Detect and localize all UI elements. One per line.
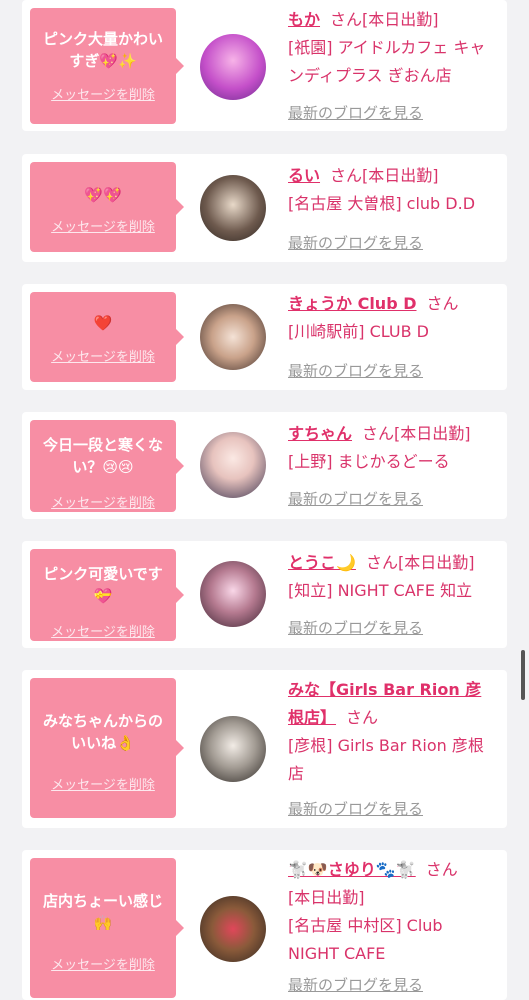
cast-info: すちゃん さん[本日出勤] [上野] まじかるどーる bbox=[288, 420, 497, 476]
message-text: 今日一段と寒くない？😢😢 bbox=[42, 436, 163, 476]
cast-name-link[interactable]: きょうか Club D bbox=[288, 294, 417, 313]
message-text: 💖💖 bbox=[84, 186, 122, 204]
message-text: 店内ちょーい感じ🙌 bbox=[42, 892, 163, 932]
message-card: ピンク大量かわいすぎ💖✨ メッセージを削除 もか さん[本日出勤] [祇園] アイ… bbox=[22, 0, 507, 131]
cast-info: るい さん[本日出勤] [名古屋 大曽根] club D.D bbox=[288, 162, 497, 218]
cast-name-link[interactable]: もか bbox=[288, 10, 320, 29]
message-bubble: 店内ちょーい感じ🙌 メッセージを削除 bbox=[30, 858, 184, 998]
message-bubble: ピンク可愛いです💝 メッセージを削除 bbox=[30, 549, 184, 641]
cast-name-link[interactable]: るい bbox=[288, 166, 320, 185]
cast-name-link[interactable]: 🐩🐶さゆり🐾🐩 bbox=[288, 860, 416, 879]
delete-message-link[interactable]: メッセージを削除 bbox=[30, 774, 176, 793]
shop-name: [知立] NIGHT CAFE 知立 bbox=[288, 581, 473, 600]
latest-blog-link[interactable]: 最新のブログを見る bbox=[288, 798, 423, 819]
avatar[interactable] bbox=[200, 34, 266, 100]
message-bubble: ピンク大量かわいすぎ💖✨ メッセージを削除 bbox=[30, 8, 184, 124]
shop-name: [名古屋 中村区] Club NIGHT CAFE bbox=[288, 916, 443, 963]
latest-blog-link[interactable]: 最新のブログを見る bbox=[288, 232, 423, 253]
message-bubble: 今日一段と寒くない？😢😢 メッセージを削除 bbox=[30, 420, 184, 512]
honorific: さん bbox=[365, 553, 398, 572]
cast-info: もか さん[本日出勤] [祇園] アイドルカフェ キャンディプラス ぎおん店 bbox=[288, 6, 497, 90]
work-status: [本日出勤] bbox=[362, 166, 439, 185]
work-status: [本日出勤] bbox=[397, 553, 475, 572]
cast-info: みな【Girls Bar Rion 彦根店】 さん [彦根] Girls Bar … bbox=[288, 676, 497, 788]
latest-blog-link[interactable]: 最新のブログを見る bbox=[288, 102, 423, 123]
cast-name-link[interactable]: みな【Girls Bar Rion 彦根店】 bbox=[288, 680, 481, 727]
honorific: さん bbox=[425, 860, 458, 879]
delete-message-link[interactable]: メッセージを削除 bbox=[30, 216, 176, 235]
honorific: さん bbox=[346, 708, 379, 727]
avatar[interactable] bbox=[200, 716, 266, 782]
shop-name: [祇園] アイドルカフェ キャンディプラス ぎおん店 bbox=[288, 38, 486, 85]
work-status: [本日出勤] bbox=[394, 424, 471, 443]
shop-name: [彦根] Girls Bar Rion 彦根店 bbox=[288, 736, 484, 783]
message-bubble: 💖💖 メッセージを削除 bbox=[30, 162, 184, 252]
message-text: ピンク大量かわいすぎ💖✨ bbox=[42, 30, 163, 70]
cast-name-link[interactable]: とうこ🌙 bbox=[288, 553, 356, 572]
message-card: ピンク可愛いです💝 メッセージを削除 とうこ🌙 さん[本日出勤] [知立] NIG… bbox=[22, 541, 507, 648]
message-bubble: みなちゃんからのいいね👌 メッセージを削除 bbox=[30, 678, 184, 818]
delete-message-link[interactable]: メッセージを削除 bbox=[30, 621, 176, 640]
message-card: 店内ちょーい感じ🙌 メッセージを削除 🐩🐶さゆり🐾🐩 さん [本日出勤] [名古屋… bbox=[22, 850, 507, 1000]
shop-name: [川崎駅前] CLUB D bbox=[288, 322, 429, 341]
work-status: [本日出勤] bbox=[362, 10, 439, 29]
honorific: さん bbox=[330, 166, 363, 185]
message-card: ❤️ メッセージを削除 きょうか Club D さん [川崎駅前] CLUB D … bbox=[22, 284, 507, 390]
cast-info: 🐩🐶さゆり🐾🐩 さん [本日出勤] [名古屋 中村区] Club NIGHT CA… bbox=[288, 856, 497, 968]
shop-name: [上野] まじかるどーる bbox=[288, 452, 450, 471]
latest-blog-link[interactable]: 最新のブログを見る bbox=[288, 360, 423, 381]
cast-info: きょうか Club D さん [川崎駅前] CLUB D bbox=[288, 290, 497, 346]
message-card: 今日一段と寒くない？😢😢 メッセージを削除 すちゃん さん[本日出勤] [上野] … bbox=[22, 412, 507, 519]
delete-message-link[interactable]: メッセージを削除 bbox=[30, 346, 176, 365]
avatar[interactable] bbox=[200, 175, 266, 241]
delete-message-link[interactable]: メッセージを削除 bbox=[30, 954, 176, 973]
avatar[interactable] bbox=[200, 432, 266, 498]
message-bubble: ❤️ メッセージを削除 bbox=[30, 292, 184, 382]
scrollbar[interactable] bbox=[521, 650, 525, 700]
message-text: ピンク可愛いです💝 bbox=[43, 565, 163, 605]
latest-blog-link[interactable]: 最新のブログを見る bbox=[288, 617, 423, 638]
message-card: みなちゃんからのいいね👌 メッセージを削除 みな【Girls Bar Rion … bbox=[22, 670, 507, 828]
avatar[interactable] bbox=[200, 304, 266, 370]
honorific: さん bbox=[362, 424, 395, 443]
avatar[interactable] bbox=[200, 561, 266, 627]
latest-blog-link[interactable]: 最新のブログを見る bbox=[288, 974, 423, 995]
avatar[interactable] bbox=[200, 896, 266, 962]
honorific: さん bbox=[426, 294, 459, 313]
work-status: [本日出勤] bbox=[288, 888, 365, 907]
honorific: さん bbox=[330, 10, 363, 29]
cast-info: とうこ🌙 さん[本日出勤] [知立] NIGHT CAFE 知立 bbox=[288, 549, 497, 605]
delete-message-link[interactable]: メッセージを削除 bbox=[30, 84, 176, 103]
shop-name: [名古屋 大曽根] club D.D bbox=[288, 194, 476, 213]
message-text: みなちゃんからのいいね👌 bbox=[42, 712, 163, 752]
message-text: ❤️ bbox=[93, 314, 113, 332]
delete-message-link[interactable]: メッセージを削除 bbox=[30, 492, 176, 511]
latest-blog-link[interactable]: 最新のブログを見る bbox=[288, 488, 423, 509]
cast-name-link[interactable]: すちゃん bbox=[288, 424, 352, 443]
message-card: 💖💖 メッセージを削除 るい さん[本日出勤] [名古屋 大曽根] club D.… bbox=[22, 154, 507, 262]
